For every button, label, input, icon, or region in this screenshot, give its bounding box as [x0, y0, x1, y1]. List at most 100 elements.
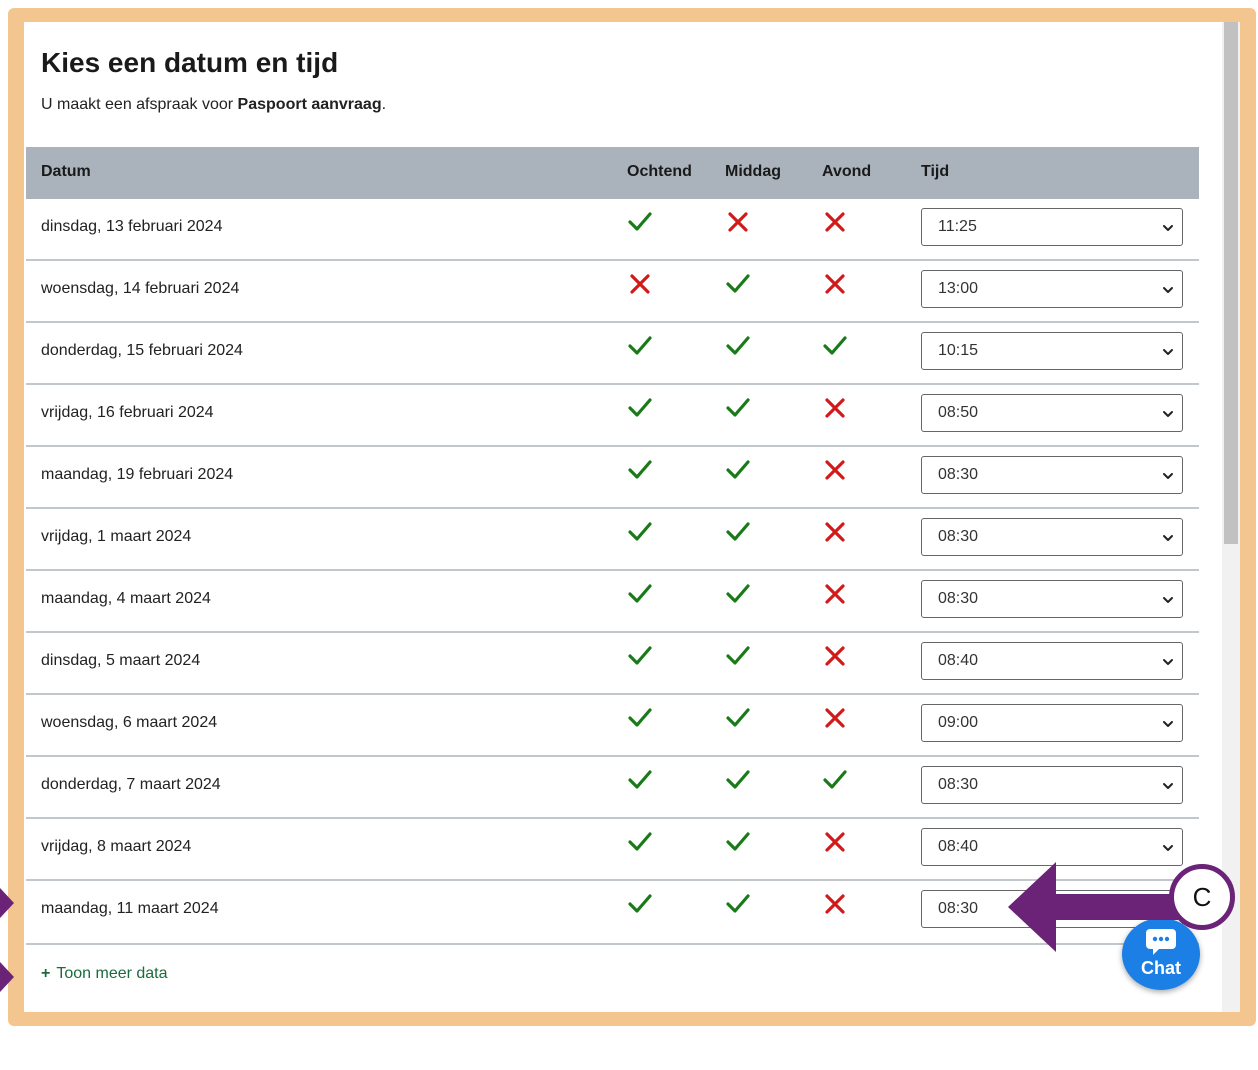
check-icon — [627, 519, 653, 545]
table-row: maandag, 4 maart 2024 08:30 — [26, 571, 1199, 633]
header-morning: Ochtend — [627, 163, 692, 180]
time-select-value: 08:50 — [938, 404, 979, 421]
edge-arrow-icon — [0, 888, 14, 918]
row-date: maandag, 19 februari 2024 — [41, 466, 234, 483]
chevron-down-icon — [1163, 349, 1173, 355]
time-select[interactable]: 08:50 — [921, 394, 1183, 432]
chevron-down-icon — [1163, 659, 1173, 665]
annotation-arrow-icon — [1008, 862, 1178, 952]
cross-icon — [822, 581, 848, 607]
time-select[interactable]: 10:15 — [921, 332, 1183, 370]
table-row: dinsdag, 13 februari 2024 11:25 — [26, 199, 1199, 261]
chevron-down-icon — [1163, 597, 1173, 603]
cross-icon — [822, 829, 848, 855]
check-icon — [725, 271, 751, 297]
show-more-label: Toon meer data — [56, 965, 168, 982]
row-date: woensdag, 14 februari 2024 — [41, 280, 240, 297]
check-icon — [627, 581, 653, 607]
cross-icon — [822, 891, 848, 917]
cross-icon — [822, 519, 848, 545]
check-icon — [725, 395, 751, 421]
check-icon — [627, 457, 653, 483]
time-select-value: 08:30 — [938, 528, 979, 545]
time-select-value: 08:30 — [938, 900, 979, 917]
time-select[interactable]: 08:30 — [921, 518, 1183, 556]
row-date: maandag, 11 maart 2024 — [41, 900, 219, 917]
time-select-value: 13:00 — [938, 280, 979, 297]
row-date: maandag, 4 maart 2024 — [41, 590, 211, 607]
header-time: Tijd — [921, 163, 950, 180]
time-select[interactable]: 09:00 — [921, 704, 1183, 742]
table-row: woensdag, 14 februari 2024 13:00 — [26, 261, 1199, 323]
row-date: dinsdag, 13 februari 2024 — [41, 218, 223, 235]
check-icon — [627, 209, 653, 235]
check-icon — [627, 395, 653, 421]
time-select-value: 08:30 — [938, 466, 979, 483]
time-select[interactable]: 08:40 — [921, 642, 1183, 680]
intro-prefix: U maakt een afspraak voor — [41, 96, 238, 113]
time-select[interactable]: 08:30 — [921, 766, 1183, 804]
intro-suffix: . — [381, 96, 387, 113]
page-title: Kies een datum en tijd — [41, 47, 339, 78]
table-row: donderdag, 15 februari 2024 10:15 — [26, 323, 1199, 385]
scrollbar[interactable] — [1222, 22, 1240, 1012]
check-icon — [725, 767, 751, 793]
time-select-value: 09:00 — [938, 714, 979, 731]
header-evening: Avond — [822, 163, 872, 180]
table-row: vrijdag, 16 februari 2024 08:50 — [26, 385, 1199, 447]
chevron-down-icon — [1163, 721, 1173, 727]
time-select[interactable]: 08:40 — [921, 828, 1183, 866]
check-icon — [725, 891, 751, 917]
show-more-dates-link[interactable]: + Toon meer data — [41, 965, 168, 983]
scrollbar-thumb[interactable] — [1224, 22, 1238, 544]
table-row: woensdag, 6 maart 2024 09:00 — [26, 695, 1199, 757]
table-body: dinsdag, 13 februari 2024 11:25 woensdag, … — [26, 199, 1199, 945]
row-date: donderdag, 15 februari 2024 — [41, 342, 243, 359]
cross-icon — [725, 209, 751, 235]
check-icon — [725, 643, 751, 669]
check-icon — [822, 333, 848, 359]
service-name: Paspoort aanvraag — [237, 96, 382, 113]
row-date: dinsdag, 5 maart 2024 — [41, 652, 201, 669]
intro-text: U maakt een afspraak voor Paspoort aanvr… — [41, 96, 386, 114]
table-row: dinsdag, 5 maart 2024 08:40 — [26, 633, 1199, 695]
check-icon — [725, 519, 751, 545]
row-date: woensdag, 6 maart 2024 — [41, 714, 218, 731]
cross-icon — [822, 395, 848, 421]
check-icon — [725, 829, 751, 855]
time-select-value: 10:15 — [938, 342, 979, 359]
check-icon — [725, 333, 751, 359]
check-icon — [627, 767, 653, 793]
availability-table: Datum Ochtend Middag Avond Tijd dinsdag,… — [26, 147, 1199, 945]
chevron-down-icon — [1163, 287, 1173, 293]
chevron-down-icon — [1163, 411, 1173, 417]
check-icon — [627, 333, 653, 359]
cross-icon — [822, 271, 848, 297]
row-date: vrijdag, 8 maart 2024 — [41, 838, 192, 855]
header-afternoon: Middag — [725, 163, 781, 180]
chat-label: Chat — [1141, 958, 1181, 978]
row-date: vrijdag, 1 maart 2024 — [41, 528, 192, 545]
check-icon — [822, 767, 848, 793]
plus-icon: + — [41, 965, 51, 982]
time-select[interactable]: 08:30 — [921, 580, 1183, 618]
cross-icon — [627, 271, 653, 297]
time-select[interactable]: 11:25 — [921, 208, 1183, 246]
row-date: vrijdag, 16 februari 2024 — [41, 404, 214, 421]
header-date: Datum — [41, 163, 91, 180]
check-icon — [725, 581, 751, 607]
check-icon — [627, 829, 653, 855]
cross-icon — [822, 457, 848, 483]
chevron-down-icon — [1163, 225, 1173, 231]
table-row: donderdag, 7 maart 2024 08:30 — [26, 757, 1199, 819]
check-icon — [627, 891, 653, 917]
check-icon — [627, 643, 653, 669]
time-select-value: 08:30 — [938, 776, 979, 793]
table-row: vrijdag, 1 maart 2024 08:30 — [26, 509, 1199, 571]
chevron-down-icon — [1163, 845, 1173, 851]
time-select[interactable]: 08:30 — [921, 456, 1183, 494]
check-icon — [725, 705, 751, 731]
time-select-value: 08:30 — [938, 590, 979, 607]
check-icon — [627, 705, 653, 731]
time-select[interactable]: 13:00 — [921, 270, 1183, 308]
